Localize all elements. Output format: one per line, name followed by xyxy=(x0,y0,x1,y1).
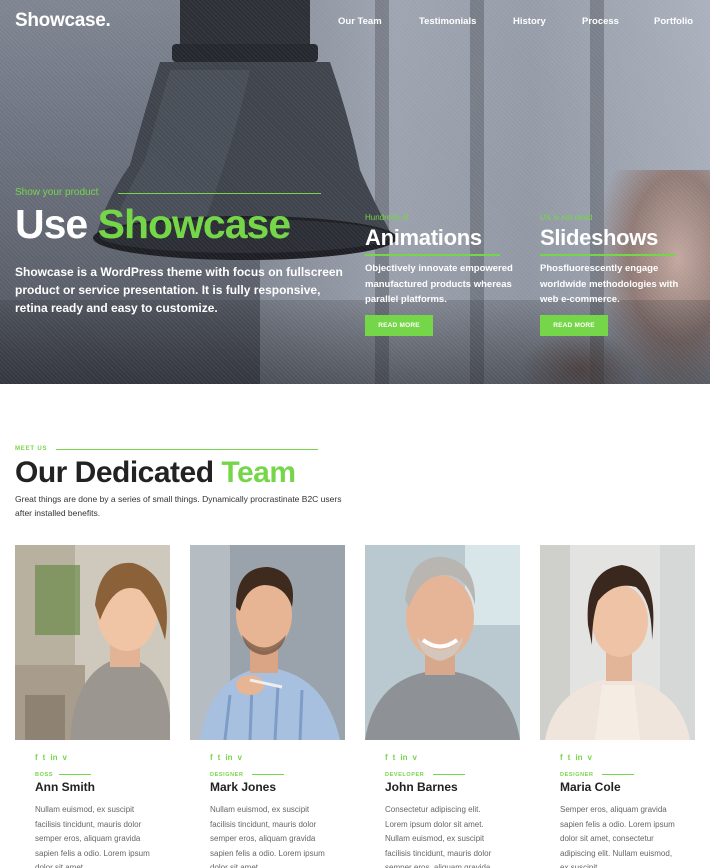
feature-kicker: Hundreds of xyxy=(365,213,409,222)
feature-kicker: UX is not dead xyxy=(540,213,593,222)
facebook-icon[interactable]: f xyxy=(35,753,38,763)
linkedin-icon[interactable]: in xyxy=(575,753,582,763)
member-name: Mark Jones xyxy=(210,780,277,794)
social-links: f t in v xyxy=(35,753,67,763)
team-intro: Great things are done by a series of sma… xyxy=(15,494,342,518)
team-card-john-barnes: f t in v DEVELOPER John Barnes Consectet… xyxy=(365,545,520,868)
hero-kicker: Show your product xyxy=(15,187,99,198)
twitter-icon[interactable]: t xyxy=(218,753,221,763)
member-role: DESIGNER xyxy=(560,772,594,778)
twitter-icon[interactable]: t xyxy=(393,753,396,763)
vimeo-icon[interactable]: v xyxy=(587,753,591,763)
member-bio: Nullam euismod, ex suscipit facilisis ti… xyxy=(210,805,325,868)
member-photo[interactable] xyxy=(15,545,170,740)
main-nav: Our Team Testimonials History Process Po… xyxy=(0,16,710,30)
team-heading-prefix: Our Dedicated xyxy=(15,456,222,489)
social-links: f t in v xyxy=(210,753,242,763)
feature-underline xyxy=(540,254,675,256)
hero-kicker-line xyxy=(118,193,321,194)
feature-title-slideshows: Slideshows xyxy=(540,225,659,250)
member-name: Ann Smith xyxy=(35,780,95,794)
feature-description: Phosfluorescently engage worldwide metho… xyxy=(540,263,679,305)
facebook-icon[interactable]: f xyxy=(560,753,563,763)
hero-section: Showcase. Our Team Testimonials History … xyxy=(0,0,710,384)
nav-item-portfolio[interactable]: Portfolio xyxy=(654,16,693,27)
feature-underline xyxy=(365,254,500,256)
twitter-icon[interactable]: t xyxy=(43,753,46,763)
feature-description: Objectively innovate empowered manufactu… xyxy=(365,263,513,305)
facebook-icon[interactable]: f xyxy=(210,753,213,763)
section-label-line xyxy=(56,449,318,450)
vimeo-icon[interactable]: v xyxy=(412,753,416,763)
member-bio: Consectetur adipiscing elit. Lorem ipsum… xyxy=(385,805,493,868)
member-role-line xyxy=(602,774,634,775)
nav-item-process[interactable]: Process xyxy=(582,16,619,27)
member-photo[interactable] xyxy=(365,545,520,740)
nav-item-our-team[interactable]: Our Team xyxy=(338,16,382,27)
team-heading-accent: Team xyxy=(221,456,296,489)
team-heading: Our Dedicated Team xyxy=(15,456,296,490)
member-role: BOSS xyxy=(35,772,53,778)
vimeo-icon[interactable]: v xyxy=(237,753,241,763)
nav-item-testimonials[interactable]: Testimonials xyxy=(419,16,476,27)
linkedin-icon[interactable]: in xyxy=(225,753,232,763)
member-name: Maria Cole xyxy=(560,780,621,794)
member-photo[interactable] xyxy=(540,545,695,740)
section-label: MEET US xyxy=(15,446,48,452)
member-photo[interactable] xyxy=(190,545,345,740)
team-card-mark-jones: f t in v DESIGNER Mark Jones Nullam euis… xyxy=(190,545,345,868)
hero-title-prefix: Use xyxy=(15,201,98,247)
hero-title: Use Showcase xyxy=(15,201,292,247)
nav-item-history[interactable]: History xyxy=(513,16,546,27)
feature-title-animations: Animations xyxy=(365,225,482,250)
member-role: DEVELOPER xyxy=(385,772,425,778)
member-bio: Nullam euismod, ex suscipit facilisis ti… xyxy=(35,805,150,868)
member-role-line xyxy=(433,774,465,775)
linkedin-icon[interactable]: in xyxy=(400,753,407,763)
read-more-button-slideshows[interactable]: READ MORE xyxy=(540,315,608,336)
social-links: f t in v xyxy=(560,753,592,763)
social-links: f t in v xyxy=(385,753,417,763)
member-role-line xyxy=(252,774,284,775)
hero-description: Showcase is a WordPress theme with focus… xyxy=(15,265,343,315)
team-card-maria-cole: f t in v DESIGNER Maria Cole Semper eros… xyxy=(540,545,695,868)
linkedin-icon[interactable]: in xyxy=(50,753,57,763)
facebook-icon[interactable]: f xyxy=(385,753,388,763)
member-bio: Semper eros, aliquam gravida sapien feli… xyxy=(560,805,675,868)
member-name: John Barnes xyxy=(385,780,458,794)
member-role: DESIGNER xyxy=(210,772,244,778)
hero-title-brand: Showcase xyxy=(97,201,292,247)
twitter-icon[interactable]: t xyxy=(568,753,571,763)
member-role-line xyxy=(59,774,91,775)
team-card-ann-smith: f t in v BOSS Ann Smith Nullam euismod, … xyxy=(15,545,170,868)
vimeo-icon[interactable]: v xyxy=(62,753,66,763)
read-more-button-animations[interactable]: READ MORE xyxy=(365,315,433,336)
